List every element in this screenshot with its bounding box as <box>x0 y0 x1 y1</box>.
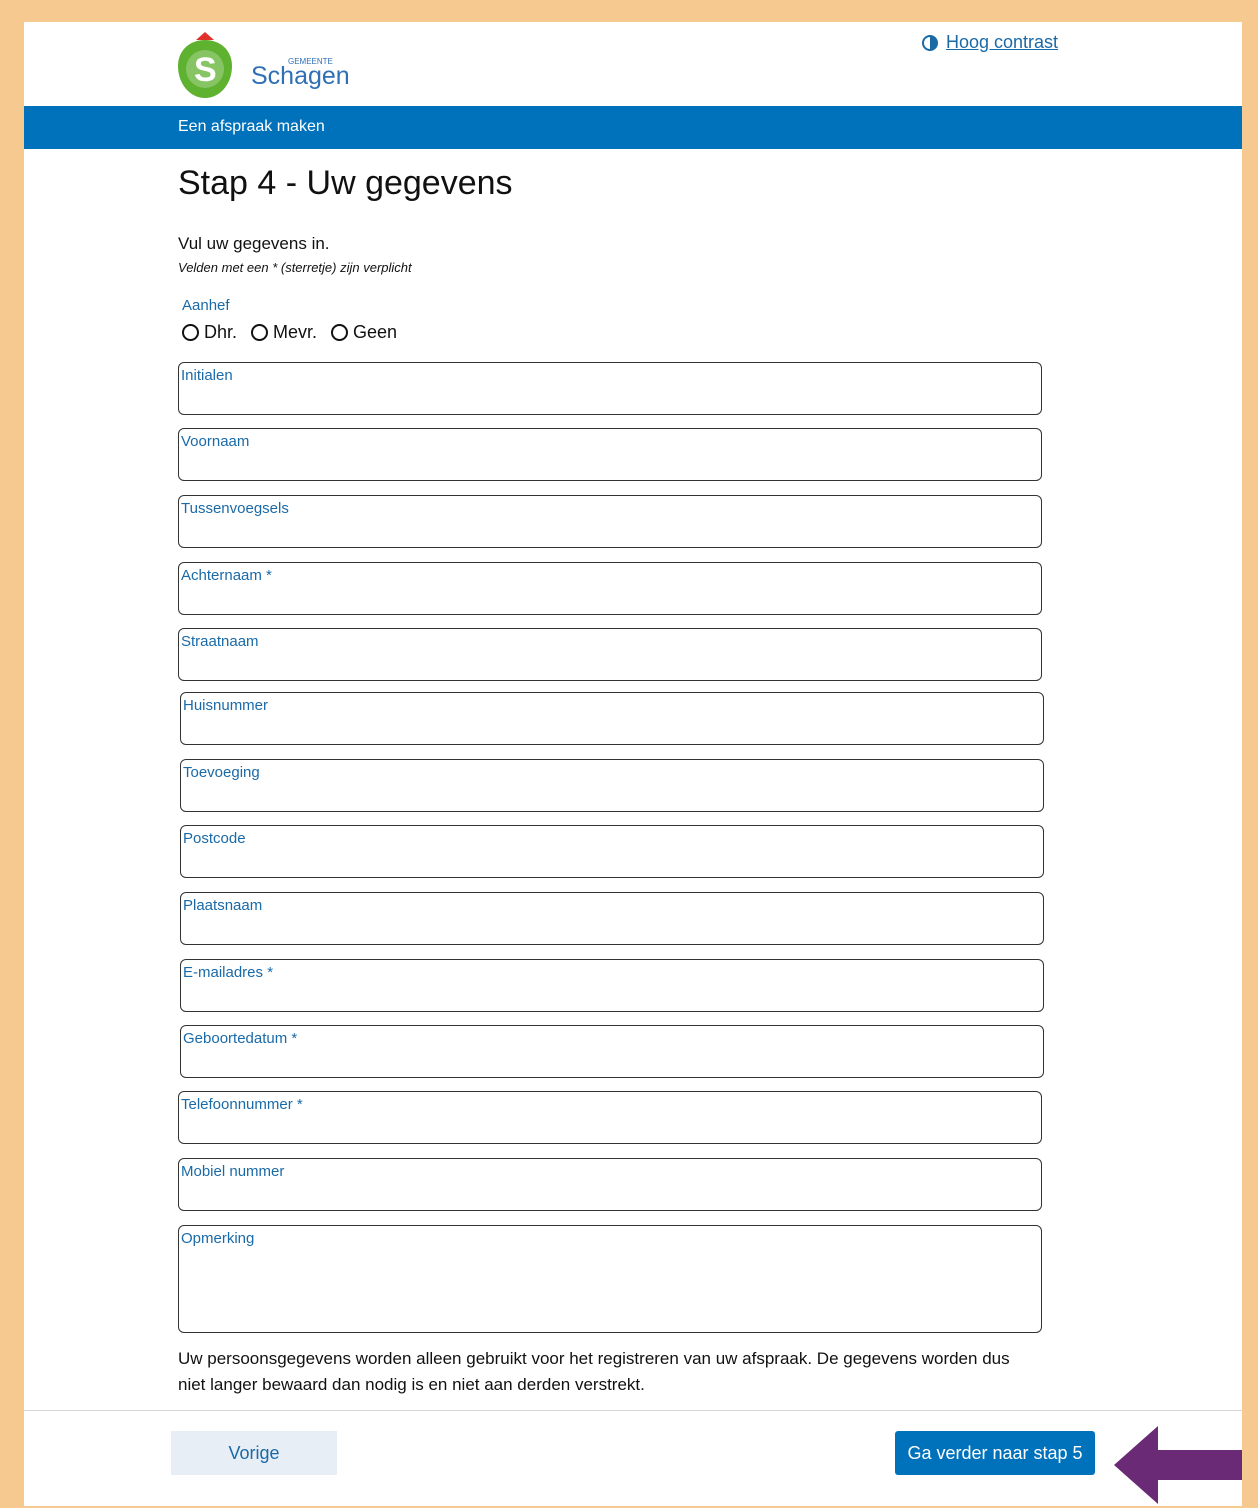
voornaam-field[interactable]: Voornaam <box>178 428 1042 481</box>
nav-title: Een afspraak maken <box>178 118 325 135</box>
nav-bar: Een afspraak maken <box>24 106 1242 149</box>
radio-circle-icon[interactable] <box>182 324 199 341</box>
logo-roof-icon <box>196 32 214 40</box>
logo-name: Schagen <box>251 62 350 90</box>
email-field[interactable]: E-mailadres * <box>180 959 1044 1012</box>
geboortedatum-field[interactable]: Geboortedatum * <box>180 1025 1044 1078</box>
radio-label: Mevr. <box>273 322 318 342</box>
privacy-notice: Uw persoonsgegevens worden alleen gebrui… <box>178 1349 1010 1394</box>
straatnaam-field[interactable]: Straatnaam <box>178 628 1042 681</box>
field-label: Straatnaam <box>181 633 259 650</box>
field-label: Opmerking <box>181 1230 255 1247</box>
required-note: Velden met een * (sterretje) zijn verpli… <box>178 260 412 275</box>
field-label: E-mailadres * <box>183 964 274 981</box>
page-frame: S GEMEENTE Schagen Hoog contrast Een afs… <box>24 22 1242 1506</box>
contrast-icon <box>922 34 938 51</box>
radio-circle-icon[interactable] <box>331 324 349 341</box>
huisnummer-field[interactable]: Huisnummer <box>180 692 1044 745</box>
high-contrast-link[interactable]: Hoog contrast <box>922 32 1058 53</box>
radio-geen[interactable]: Geen <box>331 322 397 343</box>
radio-label: Geen <box>353 322 398 342</box>
header: S GEMEENTE Schagen Hoog contrast <box>24 22 1242 106</box>
field-label: Geboortedatum * <box>183 1030 298 1047</box>
field-label: Plaatsnaam <box>183 897 263 914</box>
field-label: Postcode <box>183 830 246 847</box>
logo-letter: S <box>194 51 217 89</box>
salutation-radio-group: Dhr. Mevr. Geen <box>182 322 397 343</box>
arrow-left-icon <box>1114 1426 1242 1504</box>
page-title: Stap 4 - Uw gegevens <box>178 164 513 202</box>
high-contrast-label[interactable]: Hoog contrast <box>946 32 1058 53</box>
field-label: Huisnummer <box>183 697 269 714</box>
initialen-field[interactable]: Initialen <box>178 362 1042 415</box>
mobiel-nummer-field[interactable]: Mobiel nummer <box>178 1158 1042 1211</box>
field-label: Tussenvoegsels <box>181 500 289 517</box>
field-label: Voornaam <box>181 433 250 450</box>
field-label: Telefoonnummer * <box>181 1096 303 1113</box>
postcode-field[interactable]: Postcode <box>180 825 1044 878</box>
plaatsnaam-field[interactable]: Plaatsnaam <box>180 892 1044 945</box>
intro-text: Vul uw gegevens in. <box>178 234 330 253</box>
field-label: Toevoeging <box>183 764 260 781</box>
field-label: Achternaam * <box>181 567 272 584</box>
radio-circle-icon[interactable] <box>251 324 269 341</box>
radio-mevr[interactable]: Mevr. <box>251 322 317 343</box>
radio-dhr[interactable]: Dhr. <box>182 322 237 343</box>
opmerking-textarea[interactable]: Opmerking <box>178 1225 1042 1333</box>
footer-divider <box>24 1410 1242 1411</box>
achternaam-field[interactable]: Achternaam * <box>178 562 1042 615</box>
gemeente-schagen-logo[interactable]: S GEMEENTE Schagen <box>176 26 356 102</box>
toevoeging-field[interactable]: Toevoeging <box>180 759 1044 812</box>
telefoonnummer-field[interactable]: Telefoonnummer * <box>178 1091 1042 1144</box>
radio-label: Dhr. <box>204 322 238 342</box>
previous-button[interactable]: Vorige <box>171 1431 337 1475</box>
field-label: Initialen <box>181 367 233 384</box>
salutation-label: Aanhef <box>182 297 230 314</box>
tussenvoegsels-field[interactable]: Tussenvoegsels <box>178 495 1042 548</box>
next-step-button[interactable]: Ga verder naar stap 5 <box>895 1431 1095 1475</box>
field-label: Mobiel nummer <box>181 1163 285 1180</box>
